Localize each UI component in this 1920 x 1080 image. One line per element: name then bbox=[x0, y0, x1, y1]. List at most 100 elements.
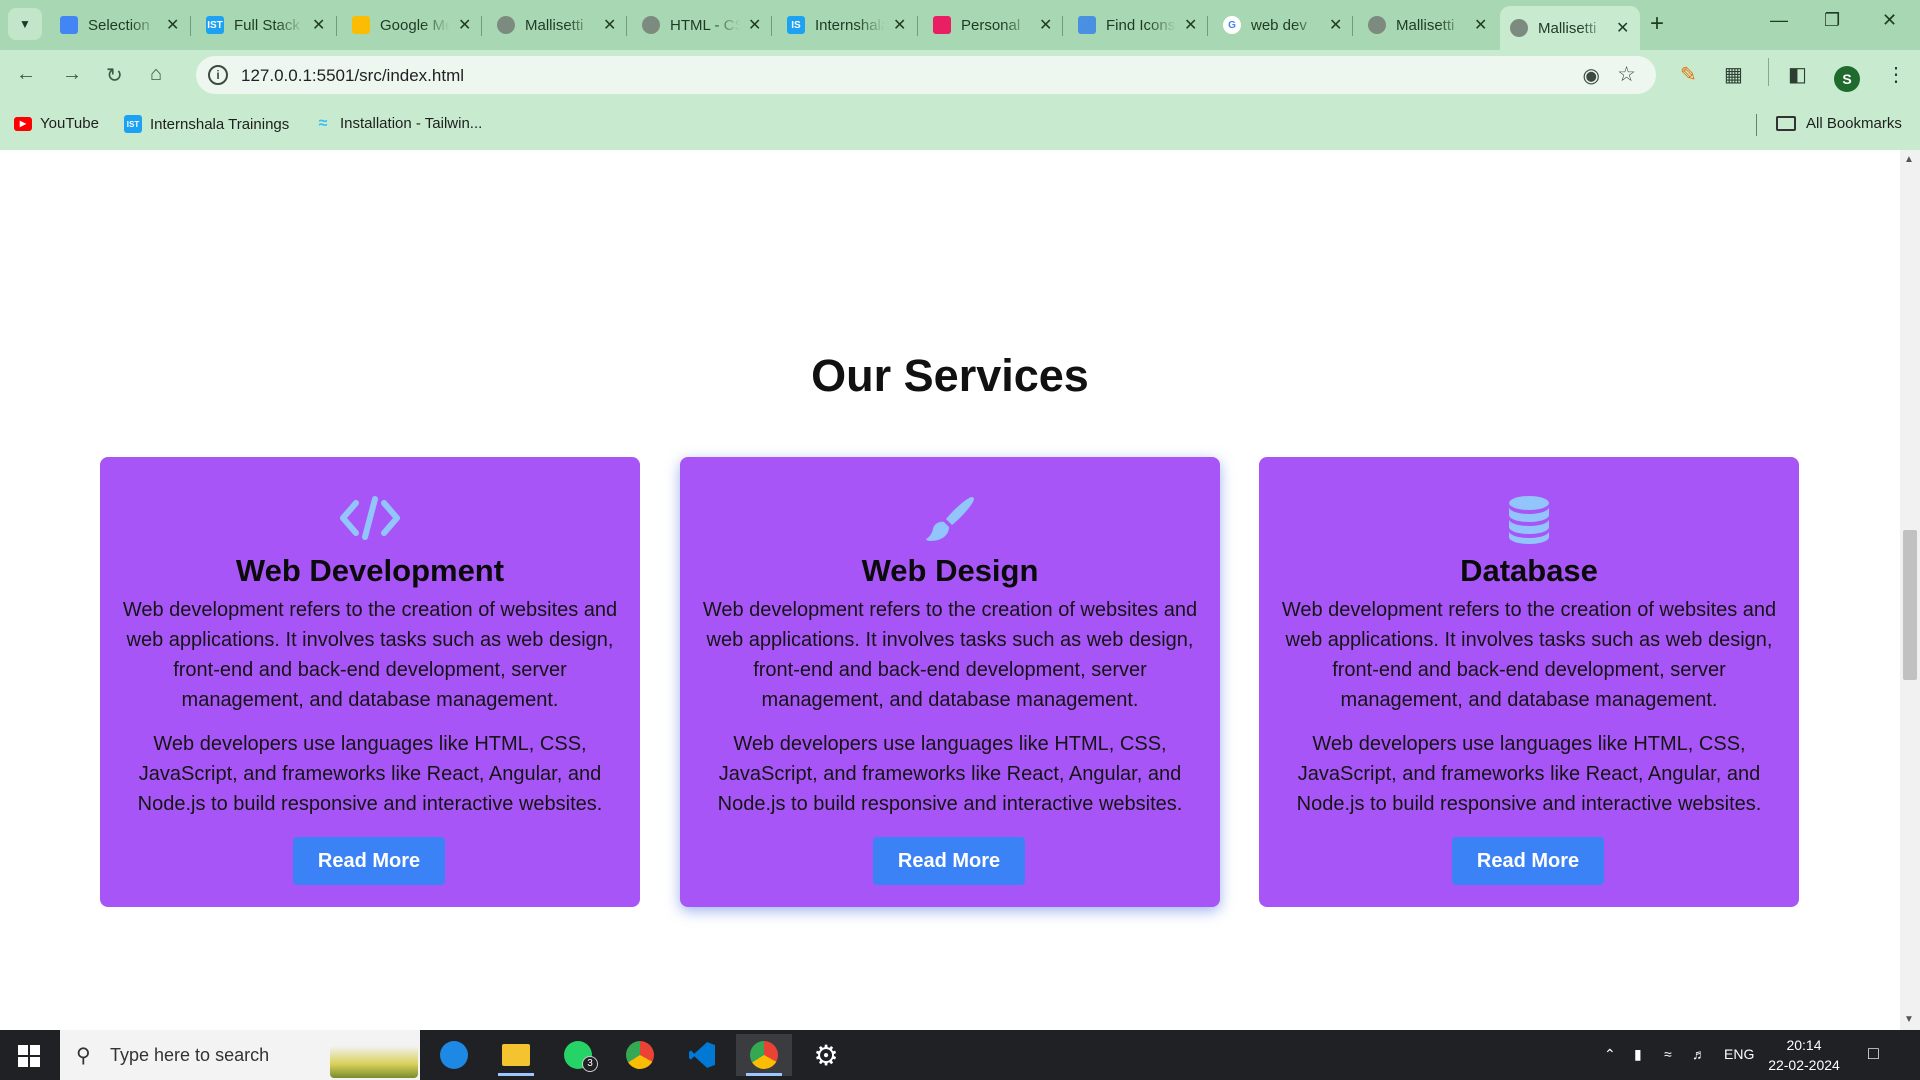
address-bar[interactable]: i 127.0.0.1:5501/src/index.html ◉ ☆ bbox=[196, 56, 1656, 94]
tab-title: Google Meet bbox=[380, 16, 450, 34]
bookmark-label: Internshala Trainings bbox=[150, 115, 290, 133]
database-icon bbox=[1259, 495, 1799, 545]
tab-active[interactable]: Mallisetti ✕ bbox=[1500, 6, 1640, 50]
tab-8[interactable]: Find Icons ✕ bbox=[1068, 6, 1207, 44]
close-icon[interactable]: ✕ bbox=[458, 15, 471, 35]
close-icon[interactable]: ✕ bbox=[166, 15, 179, 35]
card-description-secondary: Web developers use languages like HTML, … bbox=[1296, 733, 1762, 815]
extensions-icon[interactable]: ▦ bbox=[1724, 62, 1743, 87]
read-more-button[interactable]: Read More bbox=[1452, 837, 1604, 885]
profile-avatar[interactable]: S bbox=[1834, 66, 1860, 92]
tab-5[interactable]: HTML - CSS ✕ bbox=[632, 6, 771, 44]
home-icon[interactable]: ⌂ bbox=[150, 63, 162, 86]
service-card-web-design: Web Design Web development refers to the… bbox=[680, 457, 1220, 907]
reload-icon[interactable]: ↻ bbox=[106, 63, 123, 88]
tab-9[interactable]: G web dev ✕ bbox=[1213, 6, 1352, 44]
figma-like-icon bbox=[60, 16, 78, 34]
read-more-button[interactable]: Read More bbox=[873, 837, 1025, 885]
card-description: Web development refers to the creation o… bbox=[122, 599, 618, 711]
tab-7[interactable]: Personal ✕ bbox=[923, 6, 1062, 44]
window-close-icon[interactable]: ✕ bbox=[1882, 10, 1897, 31]
clock-date: 22-02-2024 bbox=[1768, 1057, 1840, 1073]
close-icon[interactable]: ✕ bbox=[748, 15, 761, 35]
all-bookmarks[interactable]: All Bookmarks bbox=[1776, 115, 1902, 132]
url-text[interactable]: 127.0.0.1:5501/src/index.html bbox=[241, 66, 464, 86]
scroll-up-arrow-icon[interactable]: ▲ bbox=[1904, 154, 1914, 165]
eye-icon[interactable]: ◉ bbox=[1583, 63, 1600, 88]
scroll-down-arrow-icon[interactable]: ▼ bbox=[1904, 1014, 1914, 1025]
flag-icon bbox=[1078, 16, 1096, 34]
search-icon: ⚲ bbox=[76, 1045, 91, 1067]
windows-start-icon[interactable] bbox=[18, 1045, 40, 1067]
taskbar-vscode-icon[interactable] bbox=[674, 1034, 730, 1076]
scrollbar-thumb[interactable] bbox=[1903, 530, 1917, 680]
tray-chevron-up-icon[interactable]: ⌃ bbox=[1604, 1046, 1616, 1063]
close-icon[interactable]: ✕ bbox=[1329, 15, 1342, 35]
search-highlight-illustration bbox=[330, 1032, 418, 1078]
tab-title: Personal bbox=[961, 16, 1021, 34]
notification-center-icon[interactable]: □ bbox=[1868, 1043, 1879, 1064]
youtube-icon: ▶ bbox=[14, 116, 32, 131]
side-panel-icon[interactable]: ◧ bbox=[1788, 62, 1807, 87]
wifi-icon[interactable]: ≈ bbox=[1664, 1046, 1672, 1062]
read-more-button[interactable]: Read More bbox=[293, 837, 445, 885]
windows-taskbar: ⚲ Type here to search 3 ⚙ ⌃ ▮ ≈ ♬ ENG 20… bbox=[0, 1030, 1920, 1080]
taskbar-app-stack-icon[interactable] bbox=[426, 1034, 482, 1076]
internshala-icon: IS bbox=[787, 16, 805, 34]
volume-icon[interactable]: ♬ bbox=[1692, 1046, 1706, 1062]
folder-icon bbox=[1776, 116, 1796, 131]
tab-title: Mallisetti bbox=[1396, 16, 1455, 34]
internshala-icon: IST bbox=[124, 115, 142, 133]
language-indicator[interactable]: ENG bbox=[1724, 1046, 1754, 1062]
figma-icon bbox=[933, 16, 951, 34]
tab-10[interactable]: Mallisetti ✕ bbox=[1358, 6, 1497, 44]
close-icon[interactable]: ✕ bbox=[1474, 15, 1487, 35]
tab-search-button[interactable]: ▼ bbox=[8, 8, 42, 40]
tab-title: web dev bbox=[1251, 16, 1307, 34]
taskbar-whatsapp-icon[interactable]: 3 bbox=[550, 1034, 606, 1076]
bookmark-youtube[interactable]: ▶ YouTube bbox=[14, 115, 99, 132]
close-icon[interactable]: ✕ bbox=[1039, 15, 1052, 35]
close-icon[interactable]: ✕ bbox=[312, 15, 325, 35]
new-tab-button[interactable]: + bbox=[1650, 10, 1664, 38]
back-icon[interactable]: ← bbox=[16, 63, 36, 86]
bookmark-internshala[interactable]: IST Internshala Trainings bbox=[124, 115, 289, 133]
taskbar-settings-icon[interactable]: ⚙ bbox=[798, 1034, 854, 1076]
battery-icon[interactable]: ▮ bbox=[1634, 1046, 1642, 1063]
menu-kebab-icon[interactable]: ⋮ bbox=[1886, 62, 1906, 87]
tab-1[interactable]: Selection ✕ bbox=[50, 6, 189, 44]
system-clock[interactable]: 20:14 22-02-2024 bbox=[1764, 1035, 1844, 1075]
card-description: Web development refers to the creation o… bbox=[702, 599, 1198, 711]
tab-title: Find Icons bbox=[1106, 16, 1176, 34]
tab-separator bbox=[481, 16, 482, 36]
color-picker-extension-icon[interactable]: ✎ bbox=[1680, 62, 1697, 87]
bookmark-star-icon[interactable]: ☆ bbox=[1617, 62, 1636, 87]
code-icon bbox=[100, 495, 640, 545]
restore-icon[interactable]: ❐ bbox=[1824, 10, 1840, 31]
tab-6[interactable]: IS Internshala ✕ bbox=[777, 6, 916, 44]
tab-title: Mallisetti bbox=[525, 16, 584, 34]
tab-separator bbox=[771, 16, 772, 36]
tab-4[interactable]: Mallisetti ✕ bbox=[487, 6, 626, 44]
minimize-icon[interactable]: — bbox=[1770, 10, 1788, 31]
close-icon[interactable]: ✕ bbox=[603, 15, 616, 35]
taskbar-chrome-profile-icon[interactable] bbox=[612, 1034, 668, 1076]
tab-3[interactable]: Google Meet ✕ bbox=[342, 6, 481, 44]
paintbrush-icon bbox=[680, 495, 1220, 545]
forward-icon[interactable]: → bbox=[62, 63, 82, 86]
tab-2[interactable]: IST Full Stack ✕ bbox=[196, 6, 335, 44]
site-info-icon[interactable]: i bbox=[208, 65, 228, 85]
close-icon[interactable]: ✕ bbox=[1184, 15, 1197, 35]
tab-title: HTML - CSS bbox=[670, 16, 740, 34]
taskbar-search-placeholder: Type here to search bbox=[110, 1045, 270, 1065]
close-icon[interactable]: ✕ bbox=[1616, 18, 1629, 38]
close-icon[interactable]: ✕ bbox=[893, 15, 906, 35]
globe-icon bbox=[1368, 16, 1386, 34]
taskbar-file-explorer-icon[interactable] bbox=[488, 1034, 544, 1076]
taskbar-search-box[interactable]: ⚲ Type here to search bbox=[60, 1030, 420, 1080]
browser-toolbar: ← → ↻ ⌂ i 127.0.0.1:5501/src/index.html … bbox=[0, 50, 1920, 100]
bookmark-tailwind[interactable]: ≈ Installation - Tailwin... bbox=[314, 115, 483, 133]
taskbar-chrome-icon[interactable] bbox=[736, 1034, 792, 1076]
section-title: Our Services bbox=[811, 350, 1089, 401]
all-bookmarks-label: All Bookmarks bbox=[1806, 115, 1902, 132]
